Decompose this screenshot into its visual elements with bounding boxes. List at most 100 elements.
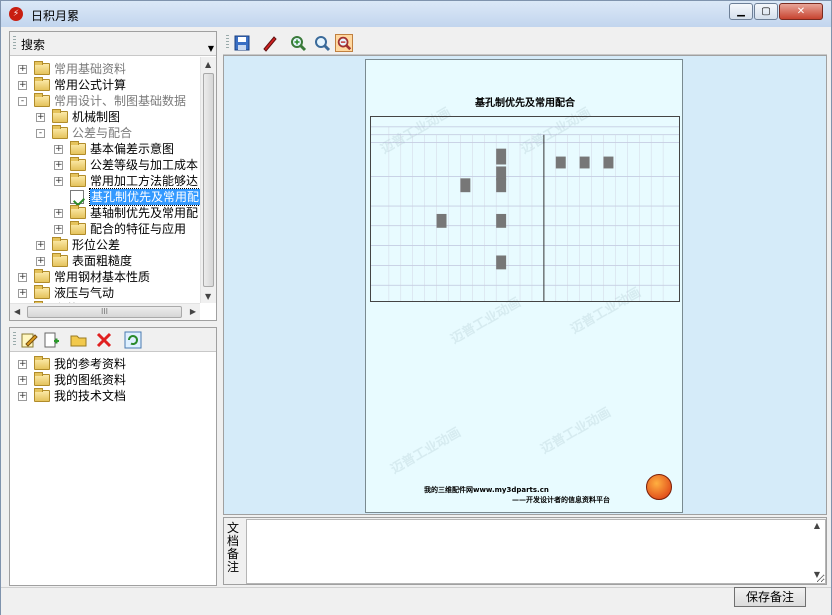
status-bar bbox=[1, 587, 831, 615]
expand-icon[interactable]: + bbox=[36, 241, 45, 250]
save-notes-button[interactable]: 保存备注 bbox=[734, 587, 806, 607]
folder-icon bbox=[34, 372, 50, 386]
fit-table bbox=[370, 116, 680, 302]
document-icon bbox=[70, 190, 84, 204]
category-tree: + 常用基础资料 + 常用公式计算 - 常用设计、制图基础数据 + 机械制图 - 公差与配合 + 基本… bbox=[10, 57, 200, 303]
tree-node[interactable]: - 公差与配合 bbox=[10, 125, 200, 141]
expand-icon[interactable]: + bbox=[18, 360, 27, 369]
scroll-thumb[interactable] bbox=[203, 73, 214, 287]
folder-icon bbox=[34, 269, 50, 283]
site-logo-icon bbox=[646, 474, 672, 500]
tree-node-label: 公差与配合 bbox=[72, 126, 133, 140]
folder-icon bbox=[70, 141, 86, 155]
tree-node[interactable]: + 常用加工方法能够达 bbox=[10, 173, 200, 189]
folder-icon bbox=[70, 173, 86, 187]
new-doc-icon[interactable] bbox=[42, 331, 60, 349]
tree-node[interactable]: + 常用基础资料 bbox=[10, 61, 200, 77]
expand-icon[interactable]: + bbox=[36, 257, 45, 266]
tree-node[interactable]: + 常用公式计算 bbox=[10, 77, 200, 93]
scroll-down-icon[interactable]: ▼ bbox=[205, 292, 211, 301]
tree-horizontal-scrollbar[interactable]: ◀ III ▶ bbox=[10, 303, 200, 320]
notes-scroll-down-icon[interactable]: ▼ bbox=[814, 570, 820, 579]
notes-scroll-up-icon[interactable]: ▲ bbox=[814, 521, 820, 530]
collapse-icon[interactable]: - bbox=[18, 97, 27, 106]
tree-node-label: 常用加工方法能够达 bbox=[90, 174, 199, 188]
category-tree-panel: 搜索 ▼ + 常用基础资料 + 常用公式计算 - 常用设计、制图基础数据 + 机械制图 - 公差与… bbox=[9, 31, 217, 321]
title-bar: ⚡ 日积月累 ▁ ▢ ✕ bbox=[1, 1, 831, 27]
folder-icon bbox=[70, 157, 86, 171]
expand-icon[interactable]: + bbox=[36, 113, 45, 122]
open-folder-icon[interactable] bbox=[70, 331, 88, 349]
tree-node[interactable]: + 基轴制优先及常用配 bbox=[10, 205, 200, 221]
tree-node-label: 基本偏差示意图 bbox=[90, 142, 175, 156]
expand-icon[interactable]: + bbox=[18, 376, 27, 385]
expand-icon[interactable]: + bbox=[18, 289, 27, 298]
refresh-icon[interactable] bbox=[124, 331, 142, 349]
folder-icon bbox=[70, 205, 86, 219]
document-node[interactable]: + 我的技术文档 bbox=[10, 388, 210, 404]
hscroll-thumb[interactable]: III bbox=[27, 306, 182, 318]
delete-icon[interactable] bbox=[95, 331, 113, 349]
toolbar-grip[interactable] bbox=[226, 35, 229, 50]
tree-node[interactable]: 基孔制优先及常用配 bbox=[10, 188, 200, 206]
edit-icon[interactable] bbox=[20, 331, 38, 349]
toolbar-grip[interactable] bbox=[13, 36, 16, 51]
folder-icon bbox=[34, 93, 50, 107]
document-title: 基孔制优先及常用配合 bbox=[475, 98, 575, 109]
zoom-out-icon[interactable] bbox=[335, 34, 353, 52]
collapse-icon[interactable]: - bbox=[36, 129, 45, 138]
minimize-button[interactable]: ▁ bbox=[729, 3, 753, 20]
scroll-right-icon[interactable]: ▶ bbox=[190, 307, 196, 316]
tree-node[interactable]: + 液压与气动 bbox=[10, 285, 200, 301]
tree-node-label: 常用钢材基本性质 bbox=[54, 270, 151, 284]
save-icon[interactable] bbox=[233, 34, 251, 52]
tree-node-label: 常用基础资料 bbox=[54, 62, 127, 76]
tree-node[interactable]: + 公差等级与加工成本 bbox=[10, 157, 200, 173]
tree-node-label: 基轴制优先及常用配 bbox=[90, 206, 199, 220]
folder-icon bbox=[34, 77, 50, 91]
search-label[interactable]: 搜索 bbox=[21, 36, 45, 53]
document-node[interactable]: + 我的图纸资料 bbox=[10, 372, 210, 388]
expand-icon[interactable]: + bbox=[54, 145, 63, 154]
expand-icon[interactable]: + bbox=[18, 65, 27, 74]
tree-node[interactable]: + 基本偏差示意图 bbox=[10, 141, 200, 157]
app-logo-icon: ⚡ bbox=[9, 7, 23, 21]
tree-node[interactable]: - 常用设计、制图基础数据 bbox=[10, 93, 200, 109]
my-documents-panel: + 我的参考资料 + 我的图纸资料 + 我的技术文档 bbox=[9, 327, 217, 586]
tree-node-label: 常用设计、制图基础数据 bbox=[54, 94, 187, 108]
expand-icon[interactable]: + bbox=[18, 273, 27, 282]
dropdown-arrow-icon[interactable]: ▼ bbox=[208, 44, 214, 53]
expand-icon[interactable]: + bbox=[54, 209, 63, 218]
scroll-up-icon[interactable]: ▲ bbox=[205, 60, 211, 69]
scroll-left-icon[interactable]: ◀ bbox=[14, 307, 20, 316]
app-window: ⚡ 日积月累 ▁ ▢ ✕ 搜索 ▼ + 常用基础资料 + 常用公式计算 - 常用设计、制图… bbox=[0, 0, 832, 615]
tree-node[interactable]: + 形位公差 bbox=[10, 237, 200, 253]
window-title: 日积月累 bbox=[31, 9, 80, 23]
pen-icon[interactable] bbox=[261, 34, 279, 52]
notes-textarea[interactable] bbox=[246, 519, 826, 584]
document-node-label: 我的图纸资料 bbox=[54, 373, 127, 387]
close-button[interactable]: ✕ bbox=[779, 3, 823, 20]
expand-icon[interactable]: + bbox=[18, 392, 27, 401]
folder-icon bbox=[52, 109, 68, 123]
expand-icon[interactable]: + bbox=[54, 177, 63, 186]
expand-icon[interactable]: + bbox=[54, 225, 63, 234]
document-viewer[interactable]: 迈普工业动画 迈普工业动画 迈普工业动画 迈普工业动画 迈普工业动画 迈普工业动… bbox=[223, 55, 827, 515]
expand-icon[interactable]: + bbox=[54, 161, 63, 170]
tree-node[interactable]: + 常用钢材基本性质 bbox=[10, 269, 200, 285]
zoom-in-icon[interactable] bbox=[289, 34, 307, 52]
document-node[interactable]: + 我的参考资料 bbox=[10, 356, 210, 372]
toolbar-grip[interactable] bbox=[13, 332, 16, 347]
folder-icon bbox=[52, 237, 68, 251]
tree-node[interactable]: + 机械制图 bbox=[10, 109, 200, 125]
tree-node[interactable]: + 配合的特征与应用 bbox=[10, 221, 200, 237]
tree-node-label: 表面粗糙度 bbox=[72, 254, 133, 268]
zoom-fit-icon[interactable] bbox=[313, 34, 331, 52]
maximize-button[interactable]: ▢ bbox=[754, 3, 778, 20]
expand-icon[interactable]: + bbox=[18, 81, 27, 90]
watermark: 迈普工业动画 bbox=[388, 425, 464, 478]
tree-node[interactable]: + 表面粗糙度 bbox=[10, 253, 200, 269]
viewer-toolbar bbox=[223, 31, 827, 55]
tree-vertical-scrollbar[interactable]: ▲ ▼ bbox=[200, 57, 216, 303]
documents-toolbar bbox=[10, 328, 216, 352]
